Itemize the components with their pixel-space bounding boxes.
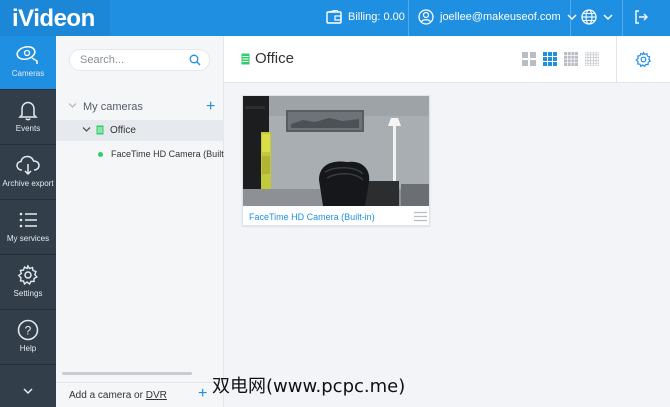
building-icon bbox=[241, 53, 250, 65]
chevron-down-icon bbox=[603, 14, 613, 21]
top-bar: iVideon Billing: 0.00 joellee@makeuseof.… bbox=[0, 0, 670, 36]
list-icon bbox=[19, 212, 37, 228]
divider bbox=[570, 0, 571, 36]
sidebar-footer: Add a camera or DVR + bbox=[56, 382, 224, 407]
search-icon[interactable] bbox=[189, 54, 201, 66]
nav-label: Cameras bbox=[11, 69, 45, 78]
cameras-icon bbox=[16, 46, 38, 64]
nav-cameras[interactable]: Cameras bbox=[0, 36, 56, 90]
chevron-down-icon bbox=[82, 127, 91, 132]
bell-icon bbox=[18, 101, 38, 121]
tree-camera-item[interactable]: FaceTime HD Camera (Built-in) bbox=[56, 144, 224, 164]
gear-icon[interactable] bbox=[635, 51, 652, 68]
add-camera-prefix: Add a camera or bbox=[69, 390, 146, 401]
nav-archive-export[interactable]: Archive export bbox=[0, 146, 56, 200]
add-camera-button[interactable]: + bbox=[198, 385, 207, 403]
divider bbox=[622, 0, 623, 36]
nav-events[interactable]: Events bbox=[0, 91, 56, 145]
grid-4x4-icon[interactable] bbox=[564, 52, 578, 66]
camera-name[interactable]: FaceTime HD Camera (Built-in) bbox=[249, 212, 375, 222]
layout-switcher bbox=[522, 52, 599, 66]
billing-button[interactable]: Billing: 0.00 bbox=[326, 10, 405, 24]
divider bbox=[408, 0, 409, 36]
tree-folder-office[interactable]: Office bbox=[56, 120, 224, 141]
watermark-text: 双电网(www.pcpc.me) bbox=[212, 376, 406, 397]
add-folder-button[interactable]: + bbox=[206, 98, 215, 116]
nav-help[interactable]: ? Help bbox=[0, 311, 56, 365]
wallet-icon bbox=[326, 10, 342, 24]
logout-icon bbox=[635, 10, 648, 24]
menu-icon[interactable] bbox=[414, 211, 427, 222]
online-status-dot bbox=[98, 152, 103, 157]
gear-icon bbox=[17, 264, 38, 286]
add-camera-text: Add a camera or DVR bbox=[69, 390, 167, 401]
grid-2x2-icon[interactable] bbox=[522, 52, 536, 66]
nav-label: Help bbox=[19, 344, 37, 353]
user-icon bbox=[418, 9, 434, 25]
main-header: Office bbox=[224, 36, 670, 83]
nav-label: My services bbox=[6, 234, 50, 243]
app-logo[interactable]: iVideon bbox=[0, 0, 110, 36]
left-nav: Cameras Events Archive export My service… bbox=[0, 36, 56, 407]
svg-text:?: ? bbox=[25, 324, 32, 338]
language-menu[interactable] bbox=[581, 9, 613, 25]
billing-label: Billing: 0.00 bbox=[348, 11, 405, 23]
search-input[interactable] bbox=[80, 50, 190, 70]
my-cameras-label: My cameras bbox=[83, 101, 143, 113]
chevron-down-icon bbox=[567, 14, 577, 21]
chevron-down-icon bbox=[68, 103, 77, 108]
building-icon bbox=[96, 125, 104, 135]
search-box bbox=[69, 49, 210, 71]
help-icon: ? bbox=[17, 319, 39, 341]
nav-label: Events bbox=[15, 124, 41, 133]
nav-my-services[interactable]: My services bbox=[0, 201, 56, 255]
camera-sidebar: My cameras + Office FaceTime HD Camera (… bbox=[56, 36, 224, 407]
nav-label: Archive export bbox=[2, 179, 54, 188]
dvr-link[interactable]: DVR bbox=[146, 390, 167, 401]
camera-card[interactable]: FaceTime HD Camera (Built-in) bbox=[242, 95, 430, 226]
logout-button[interactable] bbox=[633, 9, 649, 30]
account-menu[interactable]: joellee@makeuseof.com bbox=[418, 9, 577, 25]
folder-label: Office bbox=[110, 125, 136, 136]
nav-label: Settings bbox=[13, 289, 43, 298]
nav-settings[interactable]: Settings bbox=[0, 256, 56, 310]
grid-5x5-icon[interactable] bbox=[585, 52, 599, 66]
my-cameras-header[interactable]: My cameras + bbox=[56, 98, 224, 118]
divider bbox=[616, 36, 617, 83]
camera-label: FaceTime HD Camera (Built-in) bbox=[111, 149, 224, 159]
grid-3x3-icon[interactable] bbox=[543, 52, 557, 66]
horizontal-scrollbar[interactable] bbox=[62, 372, 192, 375]
globe-icon bbox=[581, 9, 597, 25]
account-email: joellee@makeuseof.com bbox=[440, 11, 561, 23]
page-title: Office bbox=[255, 50, 294, 67]
chevron-down-icon bbox=[23, 388, 33, 395]
camera-preview[interactable] bbox=[243, 96, 429, 206]
cloud-download-icon bbox=[16, 155, 40, 176]
nav-collapse-button[interactable] bbox=[0, 372, 56, 407]
